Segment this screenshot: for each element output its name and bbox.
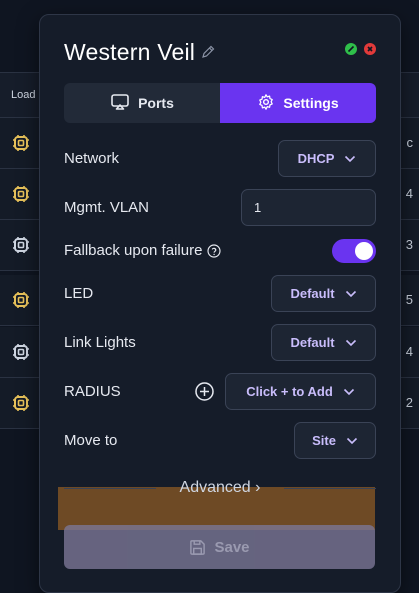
row-tail-text: 4 xyxy=(405,344,413,359)
radius-select[interactable]: Click + to Add xyxy=(225,373,376,410)
link-lights-label: Link Lights xyxy=(64,334,136,351)
chip-icon xyxy=(11,290,31,310)
network-select[interactable]: DHCP xyxy=(278,140,376,177)
mgmt-vlan-input[interactable] xyxy=(241,189,376,226)
fallback-toggle[interactable] xyxy=(332,239,376,263)
chip-icon xyxy=(11,393,31,413)
radius-label: RADIUS xyxy=(64,383,121,400)
add-circle-icon[interactable] xyxy=(195,382,214,401)
led-label: LED xyxy=(64,285,94,302)
mgmt-vlan-row: Mgmt. VLAN xyxy=(64,189,376,226)
network-label: Network xyxy=(64,150,120,167)
link-lights-select-value: Default xyxy=(290,335,335,350)
settings-panel: Western Veil Ports Settings Network DHCP… xyxy=(39,14,401,593)
close-icon[interactable] xyxy=(364,43,376,55)
title-row: Western Veil xyxy=(64,37,215,67)
move-to-label: Move to xyxy=(64,432,118,449)
advanced-label: Advanced › xyxy=(64,479,376,497)
chevron-down-icon xyxy=(346,437,357,444)
column-header-load: Load xyxy=(11,89,36,101)
save-button-label: Save xyxy=(214,538,250,556)
chevron-down-icon xyxy=(343,388,354,395)
row-tail-text: 5 xyxy=(405,292,413,307)
device-title: Western Veil xyxy=(64,38,196,65)
fallback-row: Fallback upon failure xyxy=(64,232,376,269)
mgmt-vlan-label: Mgmt. VLAN xyxy=(64,199,150,216)
link-lights-select[interactable]: Default xyxy=(271,324,376,361)
save-button[interactable]: Save xyxy=(64,525,375,569)
row-tail-text: c xyxy=(406,135,414,150)
chevron-down-icon xyxy=(345,155,356,162)
chevron-right-icon: › xyxy=(255,479,261,496)
gear-icon xyxy=(257,93,275,114)
led-select[interactable]: Default xyxy=(271,275,376,312)
radius-select-value: Click + to Add xyxy=(246,384,333,399)
fallback-label: Fallback upon failure xyxy=(64,242,222,259)
row-tail-text: 4 xyxy=(405,186,413,201)
airplay-icon xyxy=(110,92,130,115)
chip-icon xyxy=(11,342,31,362)
led-row: LED Default xyxy=(64,275,376,312)
toggle-knob xyxy=(355,242,373,260)
tab-settings-label: Settings xyxy=(283,95,339,111)
move-to-select-value: Site xyxy=(312,433,336,448)
move-to-select[interactable]: Site xyxy=(294,422,376,459)
row-tail-text: 3 xyxy=(405,237,413,252)
status-indicators xyxy=(345,43,376,55)
chip-icon xyxy=(11,133,31,153)
chip-icon xyxy=(11,184,31,204)
tab-ports-label: Ports xyxy=(138,95,174,111)
radius-row: RADIUS Click + to Add xyxy=(64,373,376,410)
link-lights-row: Link Lights Default xyxy=(64,324,376,361)
row-tail-text: 2 xyxy=(405,395,413,410)
chevron-down-icon xyxy=(345,339,356,346)
led-select-value: Default xyxy=(290,286,335,301)
save-icon xyxy=(190,539,206,555)
chip-icon xyxy=(11,235,31,255)
advanced-toggle[interactable]: Advanced › xyxy=(64,477,376,501)
pencil-icon[interactable] xyxy=(201,45,215,59)
check-icon xyxy=(345,43,357,55)
help-icon[interactable] xyxy=(207,243,222,258)
network-row: Network DHCP xyxy=(64,140,376,177)
network-select-value: DHCP xyxy=(297,151,335,166)
tab-ports[interactable]: Ports xyxy=(64,83,220,123)
advanced-label-text: Advanced xyxy=(179,479,251,496)
fallback-label-text: Fallback upon failure xyxy=(64,242,203,259)
tab-bar: Ports Settings xyxy=(64,83,376,123)
chevron-down-icon xyxy=(345,290,356,297)
move-to-row: Move to Site xyxy=(64,422,376,459)
tab-settings[interactable]: Settings xyxy=(220,83,376,123)
